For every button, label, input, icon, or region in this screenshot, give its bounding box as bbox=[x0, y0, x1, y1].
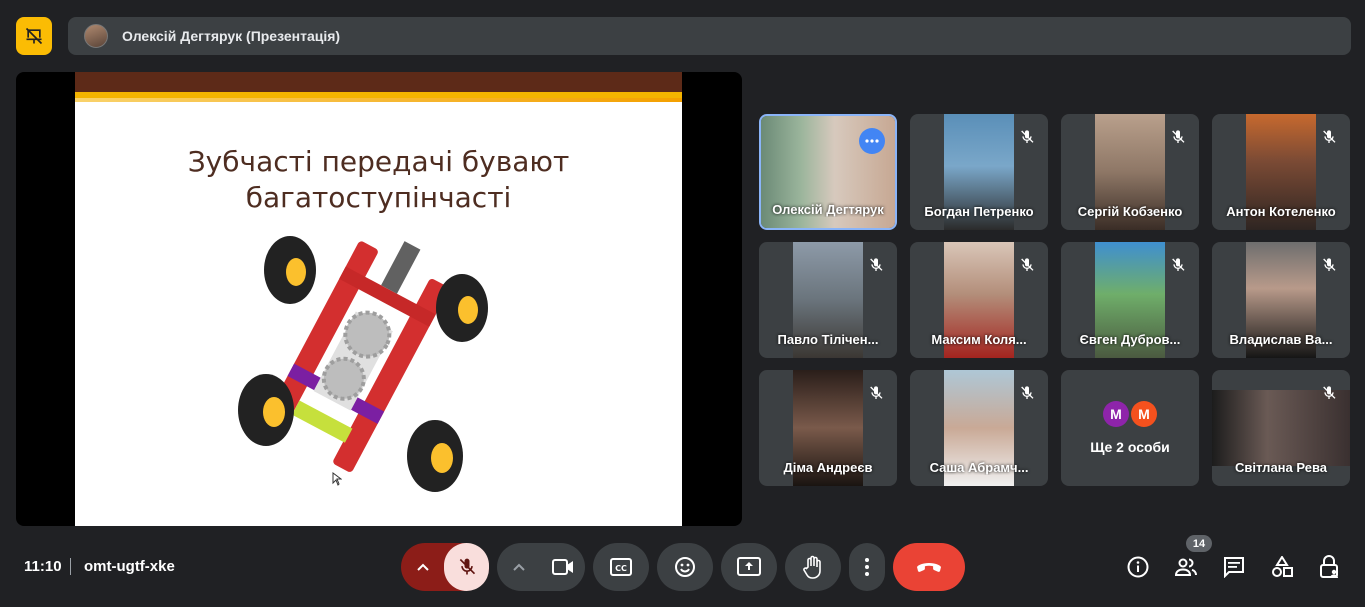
participant-tile[interactable]: Владислав Ва... bbox=[1212, 242, 1350, 358]
chevron-up-icon bbox=[513, 563, 525, 571]
video-camera-icon bbox=[552, 559, 573, 575]
mic-off-icon bbox=[1318, 254, 1340, 276]
camera-control-group bbox=[497, 543, 585, 591]
mic-off-icon bbox=[459, 558, 475, 575]
participant-tile[interactable]: Богдан Петренко bbox=[910, 114, 1048, 230]
participant-name: Сергій Кобзенко bbox=[1077, 204, 1183, 219]
mouse-cursor-icon bbox=[332, 472, 342, 486]
participant-name: Євген Дубров... bbox=[1079, 332, 1181, 347]
slide-header-stripe-2 bbox=[75, 98, 682, 102]
slide-title-line1: Зубчасті передачі бувают bbox=[187, 145, 570, 178]
mic-off-icon bbox=[1318, 126, 1340, 148]
meeting-code: omt-ugtf-xke bbox=[84, 558, 175, 575]
unpin-presentation-button[interactable] bbox=[16, 17, 52, 55]
participant-name: Діма Андреєв bbox=[783, 460, 873, 475]
more-options-button[interactable] bbox=[859, 128, 885, 154]
shapes-icon bbox=[1272, 556, 1293, 577]
slide-title-line2: багатоступінчасті bbox=[245, 181, 512, 214]
mic-off-icon bbox=[1167, 254, 1189, 276]
mic-off-icon bbox=[865, 254, 887, 276]
participant-name: Богдан Петренко bbox=[924, 204, 1034, 219]
present-screen-button[interactable] bbox=[721, 543, 777, 591]
divider bbox=[70, 558, 71, 575]
mic-off-icon bbox=[1016, 382, 1038, 404]
people-icon bbox=[1174, 558, 1197, 576]
participant-grid: Олексій Дегтярук Богдан Петренко Сергій … bbox=[759, 114, 1351, 486]
chat-icon bbox=[1224, 557, 1244, 578]
mic-off-icon bbox=[865, 382, 887, 404]
participant-tile[interactable]: Євген Дубров... bbox=[1061, 242, 1199, 358]
participant-name: Максим Коля... bbox=[931, 332, 1027, 347]
closed-captions-icon: CC bbox=[610, 558, 632, 576]
participant-tile[interactable]: Сергій Кобзенко bbox=[1061, 114, 1199, 230]
more-options-button[interactable] bbox=[849, 543, 885, 591]
presentation-stage: Зубчасті передачі бувают багатоступінчас… bbox=[16, 72, 742, 526]
participant-tile[interactable]: Олексій Дегтярук bbox=[759, 114, 897, 230]
video-settings-button[interactable] bbox=[497, 563, 541, 571]
participant-name: Олексій Дегтярук bbox=[772, 202, 884, 217]
presentation-slide: Зубчасті передачі бувают багатоступінчас… bbox=[75, 72, 682, 526]
svg-text:CC: CC bbox=[615, 564, 627, 573]
microphone-toggle-button[interactable] bbox=[444, 543, 489, 591]
chat-button[interactable] bbox=[1222, 555, 1246, 579]
present-screen-icon bbox=[737, 557, 761, 576]
presenter-avatar bbox=[84, 24, 108, 48]
more-vertical-icon bbox=[865, 558, 869, 576]
more-participants-label: Ще 2 особи bbox=[1090, 439, 1170, 455]
participant-tile[interactable]: Антон Котеленко bbox=[1212, 114, 1350, 230]
participant-tile[interactable]: Максим Коля... bbox=[910, 242, 1048, 358]
mic-off-icon bbox=[1167, 126, 1189, 148]
slide-header-band bbox=[75, 72, 682, 92]
hang-up-icon bbox=[917, 563, 941, 572]
participant-tile[interactable]: Світлана Рева bbox=[1212, 370, 1350, 486]
audio-settings-button[interactable] bbox=[401, 563, 444, 571]
lock-person-icon bbox=[1320, 555, 1338, 578]
meeting-time: 11:10 bbox=[24, 558, 62, 575]
participant-name: Саша Абрамч... bbox=[929, 460, 1029, 475]
slide-title: Зубчасті передачі бувают багатоступінчас… bbox=[75, 144, 682, 216]
captions-button[interactable]: CC bbox=[593, 543, 649, 591]
hand-icon bbox=[803, 555, 821, 579]
more-horizontal-icon bbox=[865, 139, 879, 143]
raise-hand-button[interactable] bbox=[785, 543, 841, 591]
participant-tile[interactable]: Саша Абрамч... bbox=[910, 370, 1048, 486]
bottom-control-bar: 11:10 omt-ugtf-xke CC bbox=[0, 538, 1365, 598]
more-participants-avatars: M M bbox=[1103, 401, 1157, 427]
presentation-off-icon bbox=[25, 27, 43, 45]
gear-model-image bbox=[238, 236, 488, 492]
host-controls-button[interactable] bbox=[1318, 555, 1342, 579]
info-icon bbox=[1127, 556, 1149, 578]
more-participants-tile[interactable]: M M Ще 2 особи bbox=[1061, 370, 1199, 486]
chevron-up-icon bbox=[416, 563, 429, 571]
participant-name: Світлана Рева bbox=[1235, 460, 1327, 475]
avatar: M bbox=[1131, 401, 1157, 427]
reactions-button[interactable] bbox=[657, 543, 713, 591]
camera-toggle-button[interactable] bbox=[541, 559, 585, 575]
top-bar: Олексій Дегтярук (Презентація) bbox=[16, 17, 1351, 55]
mic-off-icon bbox=[1016, 126, 1038, 148]
mic-off-icon bbox=[1016, 254, 1038, 276]
participant-tile[interactable]: Павло Тілічен... bbox=[759, 242, 897, 358]
presenter-banner: Олексій Дегтярук (Презентація) bbox=[68, 17, 1351, 55]
mic-off-icon bbox=[1318, 382, 1340, 404]
presenter-name: Олексій Дегтярук (Презентація) bbox=[122, 28, 341, 44]
people-button[interactable] bbox=[1174, 555, 1198, 579]
participant-tile[interactable]: Діма Андреєв bbox=[759, 370, 897, 486]
activities-button[interactable] bbox=[1270, 555, 1294, 579]
emoji-icon bbox=[675, 557, 695, 577]
leave-call-button[interactable] bbox=[893, 543, 965, 591]
participant-name: Антон Котеленко bbox=[1226, 204, 1336, 219]
avatar: M bbox=[1103, 401, 1129, 427]
participant-name: Павло Тілічен... bbox=[777, 332, 879, 347]
participant-count-badge: 14 bbox=[1186, 535, 1212, 552]
mic-control-group bbox=[401, 543, 489, 591]
participant-name: Владислав Ва... bbox=[1229, 332, 1333, 347]
meeting-details-button[interactable] bbox=[1126, 555, 1150, 579]
